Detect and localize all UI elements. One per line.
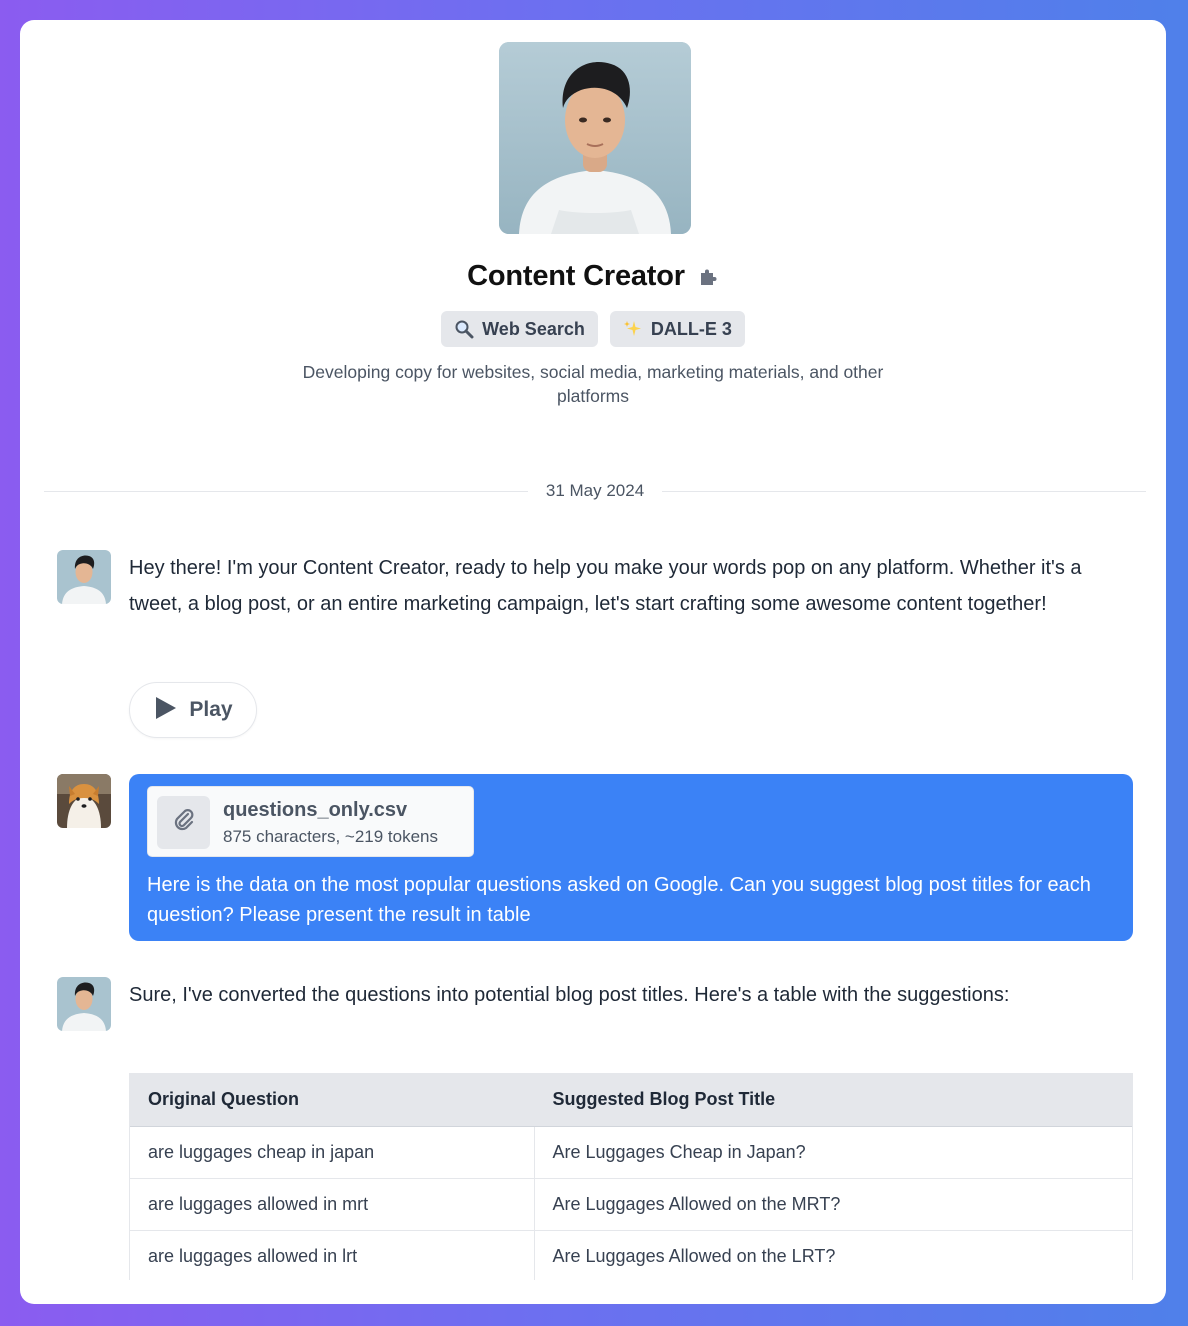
assistant-message-text: Hey there! I'm your Content Creator, rea… (129, 557, 1082, 615)
assistant-message-text: Sure, I've converted the questions into … (129, 984, 1010, 1006)
assistant-name: Content Creator (467, 260, 685, 292)
file-name: questions_only.csv (223, 799, 408, 821)
table-cell: are luggages allowed in mrt (130, 1178, 535, 1231)
divider-line (662, 490, 1147, 492)
play-label: Play (189, 698, 233, 721)
sparkle-icon (623, 319, 643, 339)
paperclip-icon (171, 807, 197, 838)
play-icon (153, 696, 177, 725)
assistant-title-row: Content Creator (20, 260, 1166, 293)
tool-badge-web-search[interactable]: Web Search (441, 311, 598, 347)
table-header-row: Original Question Suggested Blog Post Ti… (130, 1074, 1132, 1127)
suggestions-table: Original Question Suggested Blog Post Ti… (129, 1073, 1133, 1280)
table-cell: are luggages cheap in japan (130, 1126, 535, 1179)
table-cell: Are Luggages Allowed on the LRT? (534, 1230, 1132, 1280)
table-cell: Are Luggages Allowed on the MRT? (534, 1178, 1132, 1231)
file-attachment[interactable]: questions_only.csv 875 characters, ~219 … (147, 786, 474, 857)
user-avatar (57, 774, 111, 828)
table-row: are luggages allowed in mrt Are Luggages… (130, 1178, 1132, 1231)
table-header-cell: Suggested Blog Post Title (534, 1074, 1132, 1127)
assistant-avatar (57, 977, 111, 1031)
user-message-text: Here is the data on the most popular que… (147, 874, 1091, 926)
date-divider: 31 May 2024 (44, 480, 1147, 502)
assistant-avatar-large (499, 42, 691, 234)
tool-badge-label: DALL-E 3 (650, 318, 732, 339)
tool-badge-dalle[interactable]: DALL-E 3 (609, 311, 745, 347)
puzzle-piece-icon[interactable] (697, 266, 719, 288)
tool-badge-label: Web Search (482, 318, 585, 339)
assistant-avatar (57, 550, 111, 604)
magnifier-icon (454, 319, 474, 339)
play-button[interactable]: Play (129, 682, 257, 738)
divider-line (44, 490, 528, 492)
table-header-cell: Original Question (130, 1074, 535, 1127)
user-message-bubble: questions_only.csv 875 characters, ~219 … (129, 774, 1133, 941)
file-icon-box (157, 796, 210, 849)
table-cell: are luggages allowed in lrt (130, 1230, 535, 1280)
tool-badges: Web Search DALL-E 3 (20, 311, 1166, 347)
assistant-description: Developing copy for websites, social med… (302, 362, 884, 406)
file-meta: 875 characters, ~219 tokens (223, 827, 438, 846)
conversation-date: 31 May 2024 (545, 481, 645, 500)
table-row: are luggages cheap in japan Are Luggages… (130, 1126, 1132, 1179)
table-cell: Are Luggages Cheap in Japan? (534, 1126, 1132, 1179)
chat-card: Content Creator Web Search DALL-E 3 Deve… (20, 20, 1166, 1304)
table-row: are luggages allowed in lrt Are Luggages… (130, 1230, 1132, 1280)
